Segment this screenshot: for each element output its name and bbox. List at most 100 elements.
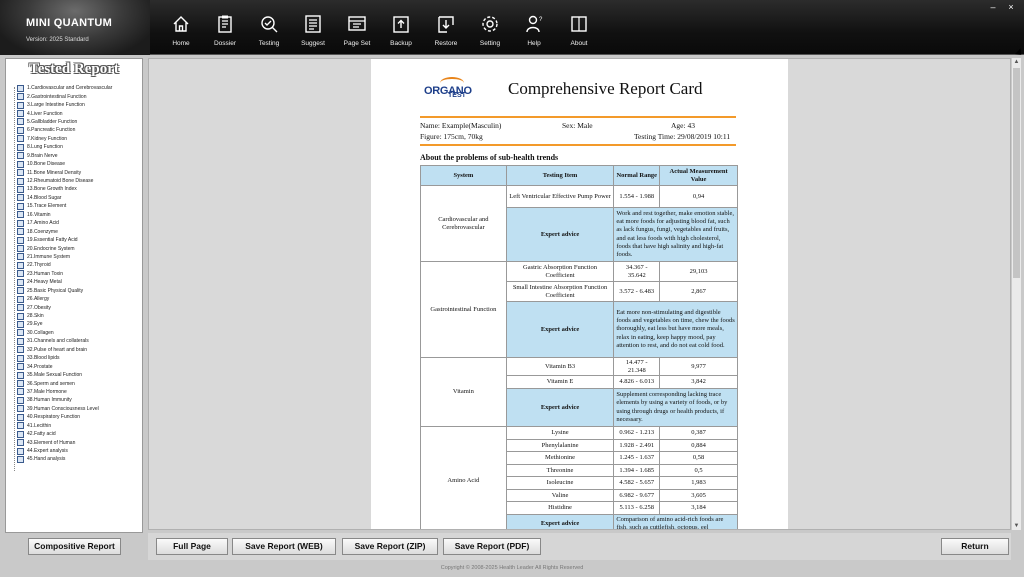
nav-home[interactable]: Home (159, 14, 203, 52)
viewer-scrollbar[interactable]: ▲ ▼ (1012, 58, 1021, 530)
tree-item[interactable]: 29.Eye (12, 320, 142, 328)
tree-item-label: 35.Male Sexual Function (27, 372, 83, 379)
tree-item[interactable]: 3.Large Intestine Function (12, 101, 142, 109)
compositive-report-button[interactable]: Compositive Report (28, 538, 121, 555)
tree-item[interactable]: 26.Allergy (12, 295, 142, 303)
brand-area: MINI QUANTUM Version: 2025 Standard (0, 0, 150, 55)
range-cell: 6.982 - 9.677 (613, 488, 661, 502)
nav-help[interactable]: ? Help (512, 14, 556, 52)
full-page-button[interactable]: Full Page (156, 538, 228, 555)
tree-item[interactable]: 28.Skin (12, 312, 142, 320)
tree-item[interactable]: 25.Basic Physical Quality (12, 287, 142, 295)
tree-item[interactable]: 16.Vitamin (12, 211, 142, 219)
page-icon (17, 455, 24, 463)
tree-item[interactable]: 23.Human Toxin (12, 270, 142, 278)
tree-item[interactable]: 2.Gastrointestinal Function (12, 92, 142, 101)
tree-item[interactable]: 44.Expert analysis (12, 447, 142, 455)
tree-item[interactable]: 40.Respiratory Function (12, 413, 142, 421)
tree-item[interactable]: 14.Blood Sugar (12, 194, 142, 202)
save-zip-button[interactable]: Save Report (ZIP) (342, 538, 438, 555)
tree-item[interactable]: 10.Bone Disease (12, 160, 142, 168)
tree-item[interactable]: 42.Fatty acid (12, 430, 142, 438)
nav-restore[interactable]: Restore (424, 14, 468, 52)
restore-icon (438, 16, 454, 33)
tree-item[interactable]: 43.Element of Human (12, 438, 142, 447)
tree-item[interactable]: 41.Lecithin (12, 422, 142, 430)
range-cell: 4.582 - 5.657 (613, 476, 661, 490)
tree-item[interactable]: 6.Pancreatic Function (12, 126, 142, 134)
page-icon (17, 320, 24, 328)
value-cell: 3,605 (659, 488, 738, 502)
scroll-thumb[interactable] (1013, 68, 1020, 278)
item-cell: Valine (505, 488, 615, 502)
tree-item[interactable]: 30.Collagen (12, 329, 142, 337)
nav-dossier[interactable]: Dossier (203, 14, 247, 52)
return-button[interactable]: Return (941, 538, 1009, 555)
tree-item[interactable]: 5.Gallbladder Function (12, 118, 142, 126)
page-icon (17, 143, 24, 151)
scroll-up-icon[interactable]: ▲ (1012, 58, 1021, 66)
tree-item[interactable]: 7.Kidney Function (12, 135, 142, 143)
nav-dossier-label: Dossier (213, 40, 237, 47)
nav-backup[interactable]: Backup (379, 14, 423, 52)
tree-item[interactable]: 20.Endocrine System (12, 244, 142, 253)
nav-setting[interactable]: Setting (468, 14, 512, 52)
tree-item[interactable]: 32.Pulse of heart and brain (12, 346, 142, 354)
tree-item[interactable]: 21.Immune System (12, 253, 142, 261)
page-icon (17, 337, 24, 345)
page-icon (17, 236, 24, 244)
save-web-button[interactable]: Save Report (WEB) (232, 538, 336, 555)
tree-item[interactable]: 34.Prostate (12, 362, 142, 371)
tree-item-label: 10.Bone Disease (27, 161, 66, 168)
report-table: System Testing Item Normal Range Actual … (420, 165, 738, 529)
tree-item[interactable]: 1.Cardiovascular and Cerebrovascular (12, 84, 142, 92)
tree-item[interactable]: 22.Thyroid (12, 261, 142, 269)
tree-item-label: 19.Essential Fatty Acid (27, 237, 78, 244)
nav-about[interactable]: About (557, 14, 601, 52)
tree-item[interactable]: 37.Male Hormone (12, 388, 142, 396)
tree-item[interactable]: 13.Bone Growth Index (12, 185, 142, 193)
tree-item[interactable]: 12.Rheumatoid Bone Disease (12, 177, 142, 185)
scroll-down-icon[interactable]: ▼ (1012, 522, 1021, 530)
tree-item[interactable]: 31.Channels and collaterals (12, 337, 142, 345)
tree-item[interactable]: 38.Human Immunity (12, 396, 142, 404)
page-icon (17, 396, 24, 404)
nav-testing[interactable]: Testing (247, 14, 291, 52)
tree-item[interactable]: 9.Brain Nerve (12, 152, 142, 160)
tree-item[interactable]: 36.Sperm and semen (12, 379, 142, 388)
tree-item-label: 9.Brain Nerve (27, 152, 58, 159)
tree-item[interactable]: 27.Obesity (12, 303, 142, 312)
tree-item-label: 41.Lecithin (27, 422, 52, 429)
close-button[interactable]: × (1004, 2, 1018, 13)
tree-item[interactable]: 8.Lung Function (12, 143, 142, 151)
col-normal-range: Normal Range (613, 165, 661, 186)
tree-item[interactable]: 39.Human Consciousness Level (12, 405, 142, 413)
item-cell: Left Ventricular Effective Pump Power (505, 185, 615, 208)
expert-advice-text: Comparison of amino acid-rich foods are … (613, 513, 738, 529)
page-icon (17, 329, 24, 337)
tree-item[interactable]: 4.Liver Function (12, 109, 142, 118)
page-icon (17, 202, 24, 210)
tree-item[interactable]: 45.Hand analysis (12, 455, 142, 463)
page-icon (17, 126, 24, 134)
save-pdf-button[interactable]: Save Report (PDF) (443, 538, 541, 555)
tree-item[interactable]: 15.Trace Element (12, 202, 142, 210)
tree-item[interactable]: 11.Bone Mineral Density (12, 168, 142, 177)
tree-item[interactable]: 35.Male Sexual Function (12, 371, 142, 379)
nav-suggest[interactable]: Suggest (291, 14, 335, 52)
minimize-button[interactable]: – (986, 2, 1000, 13)
tree-item[interactable]: 24.Heavy Metal (12, 278, 142, 286)
tree-item[interactable]: 33.Blood lipids (12, 354, 142, 362)
range-cell: 34.367 - 35.642 (613, 261, 661, 282)
tree-item-label: 5.Gallbladder Function (27, 118, 78, 125)
tree-item[interactable]: 17.Amino Acid (12, 219, 142, 227)
tree-item-label: 8.Lung Function (27, 144, 63, 151)
nav-page-set[interactable]: Page Set (335, 14, 379, 52)
tree-item[interactable]: 18.Coenzyme (12, 227, 142, 236)
report-page: ORGANO TEST Comprehensive Report Card Na… (371, 59, 788, 529)
report-viewer[interactable]: ORGANO TEST Comprehensive Report Card Na… (148, 58, 1011, 530)
section-heading: About the problems of sub-health trends (420, 153, 559, 162)
tree-item[interactable]: 19.Essential Fatty Acid (12, 236, 142, 244)
copyright-text: Copyright © 2008-2025 Health Leader All … (440, 565, 584, 571)
item-cell: Gastric Absorption Function Coefficient (505, 261, 615, 282)
